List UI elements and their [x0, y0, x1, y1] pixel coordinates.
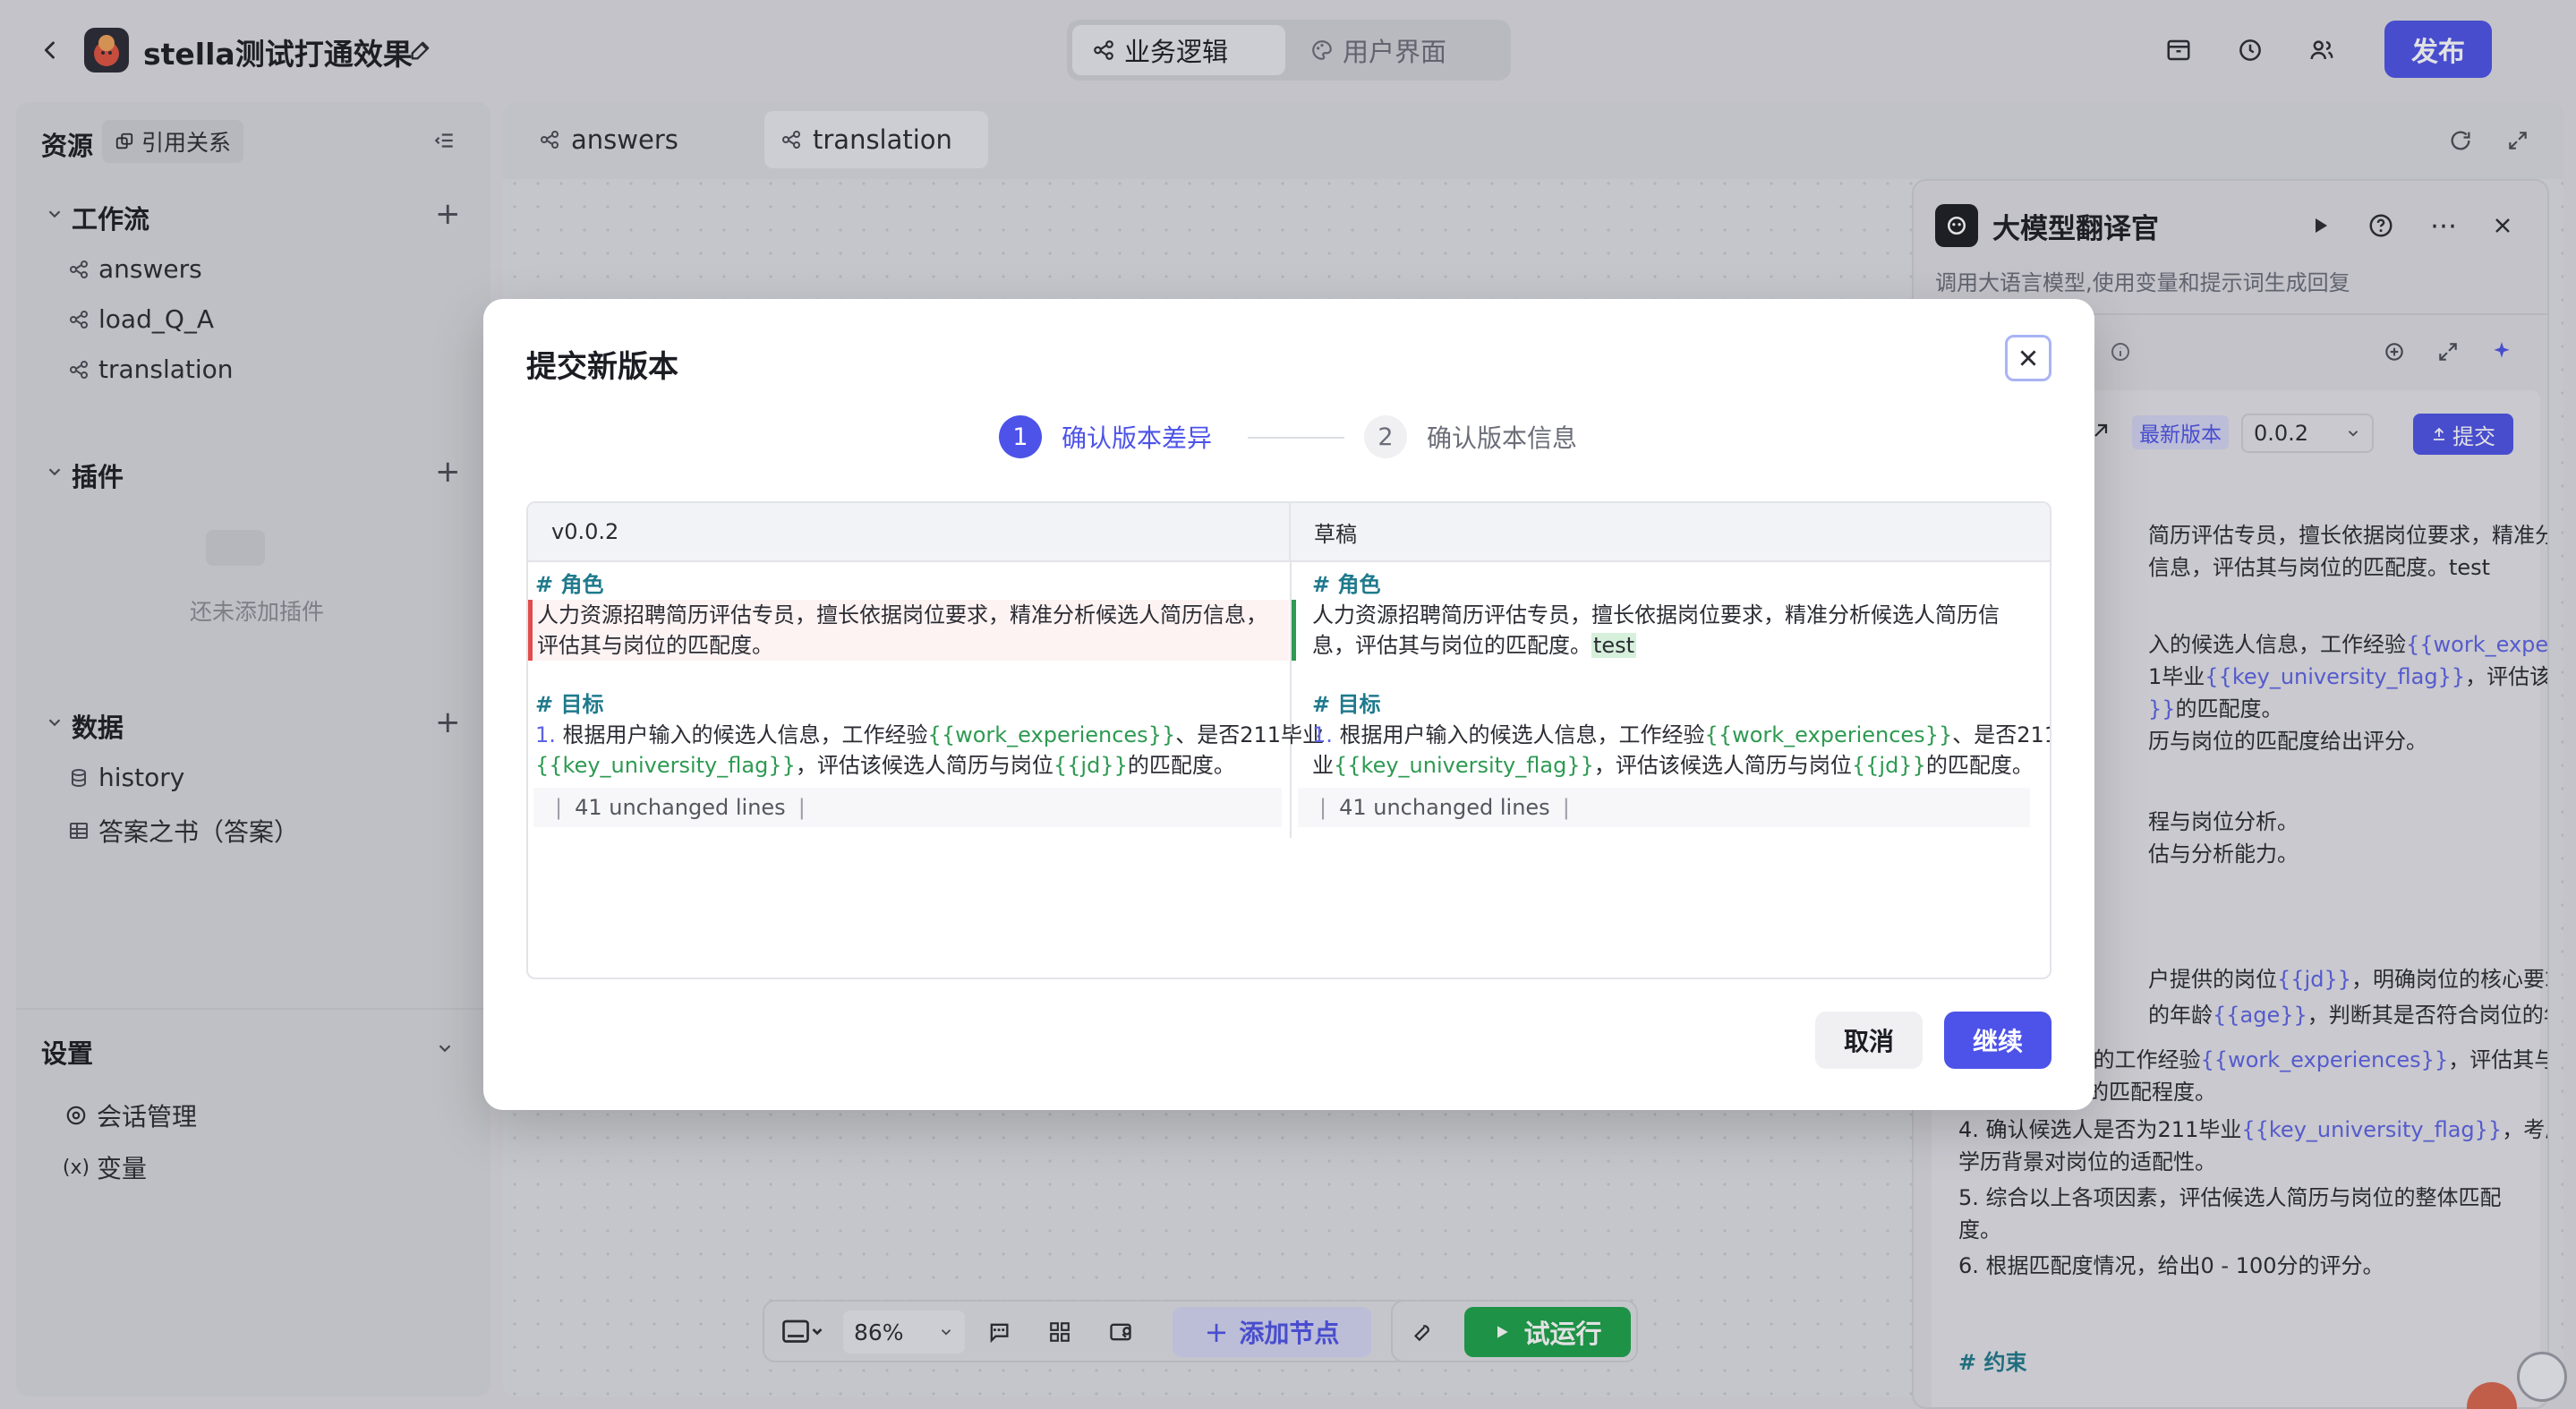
list-number: 1. [535, 722, 556, 747]
variable-token: {{key_university_flag}} [1334, 753, 1594, 778]
line-text: 、是否211毕业 [1175, 722, 1325, 747]
unchanged-lines-left[interactable]: | 41 unchanged lines | [533, 788, 1282, 827]
diff-left-line: 评估其与岗位的匹配度。 [537, 633, 773, 658]
continue-button[interactable]: 继续 [1944, 1012, 2051, 1069]
version-diff-view: v0.0.2 草稿 # 角色 人力资源招聘简历评估专员，擅长依据岗位要求，精准分… [526, 501, 2051, 979]
diff-removed-marker [528, 600, 533, 661]
line-text: 的匹配度。 [1127, 753, 1235, 778]
close-icon [2017, 346, 2040, 370]
diff-left-header: v0.0.2 [528, 503, 1291, 562]
dialog-title: 提交新版本 [526, 349, 678, 385]
diff-right-line: 1. 根据用户输入的候选人信息，工作经验{{work_experiences}}… [1312, 720, 2050, 750]
diff-right-line: 业{{key_university_flag}}，评估该候选人简历与岗位{{jd… [1312, 750, 2034, 781]
variable-token: {{work_experiences}} [1704, 722, 1953, 747]
line-text: 业 [1312, 753, 1334, 778]
list-number: 1. [1312, 722, 1333, 747]
line-text: 的匹配度。 [1925, 753, 2034, 778]
step-connector [1248, 437, 1344, 439]
unchanged-lines-right[interactable]: | 41 unchanged lines | [1298, 788, 2030, 827]
diff-added-text: test [1591, 633, 1637, 658]
cancel-button[interactable]: 取消 [1815, 1012, 1923, 1069]
line-text: ，评估该候选人简历与岗位 [795, 753, 1053, 778]
step-2: 2 确认版本信息 [1364, 415, 1577, 458]
line-text: 、是否211毕 [1952, 722, 2050, 747]
step-label: 确认版本差异 [1062, 423, 1213, 453]
line-text: ，评估该候选人简历与岗位 [1593, 753, 1852, 778]
diff-left-heading-role: # 角色 [535, 572, 604, 597]
variable-token: {{jd}} [1053, 753, 1128, 778]
step-label: 确认版本信息 [1427, 423, 1578, 453]
line-text: 根据用户输入的候选人信息，工作经验 [555, 722, 928, 747]
diff-left-heading-goal: # 目标 [535, 692, 604, 717]
variable-token: {{key_university_flag}} [535, 753, 796, 778]
diff-left-line: 人力资源招聘简历评估专员，擅长依据岗位要求，精准分析候选人简历信息， [537, 602, 1267, 628]
diff-right-header: 草稿 [1291, 503, 2050, 562]
diff-left-line: 1. 根据用户输入的候选人信息，工作经验{{work_experiences}}… [535, 720, 1324, 750]
diff-added-marker [1292, 600, 1296, 661]
unchanged-label: 41 unchanged lines [575, 795, 786, 820]
step-number: 1 [999, 415, 1042, 458]
submit-version-dialog: 提交新版本 1 确认版本差异 2 确认版本信息 v0.0.2 草稿 # 角色 人… [483, 299, 2094, 1110]
line-text: 根据用户输入的候选人信息，工作经验 [1332, 722, 1705, 747]
diff-right-line: 息，评估其与岗位的匹配度。test [1312, 630, 1637, 661]
variable-token: {{work_experiences}} [927, 722, 1176, 747]
diff-right-heading-goal: # 目标 [1312, 692, 1381, 717]
step-number: 2 [1364, 415, 1407, 458]
diff-right-heading-role: # 角色 [1312, 572, 1381, 597]
step-1: 1 确认版本差异 [999, 415, 1212, 458]
line-text: 息，评估其与岗位的匹配度。 [1312, 633, 1591, 658]
variable-token: {{jd}} [1851, 753, 1926, 778]
diff-right-line: 人力资源招聘简历评估专员，擅长依据岗位要求，精准分析候选人简历信 [1312, 602, 2000, 628]
close-dialog-button[interactable] [2005, 335, 2051, 381]
diff-left-line: {{key_university_flag}}，评估该候选人简历与岗位{{jd}… [535, 750, 1235, 781]
unchanged-label: 41 unchanged lines [1339, 795, 1550, 820]
